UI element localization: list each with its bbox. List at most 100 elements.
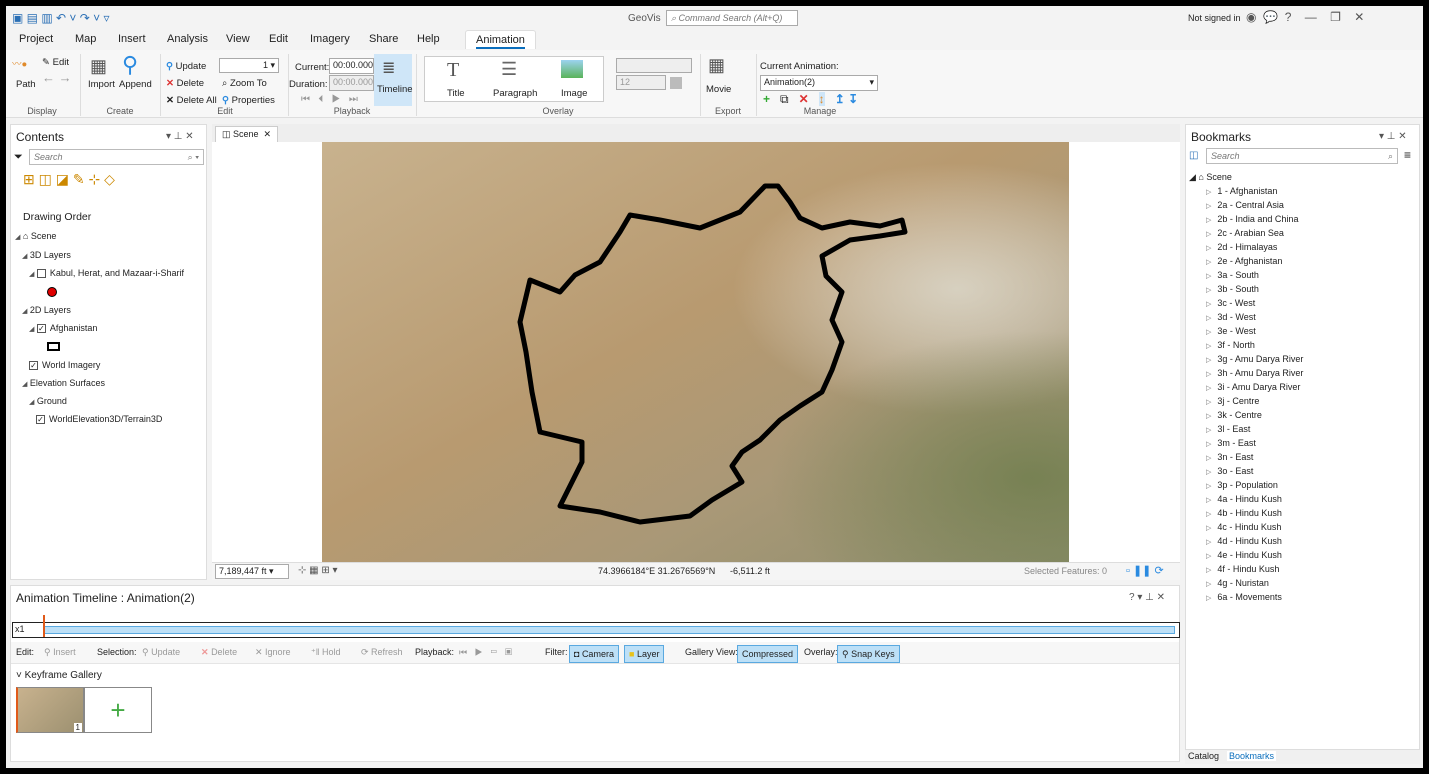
tab-view[interactable]: View [226,33,250,45]
image-overlay-button[interactable]: Image [561,88,587,99]
toc-item[interactable]: ◢ 2D Layers [22,305,71,315]
paragraph-overlay-button[interactable]: Paragraph [493,88,537,99]
scene-view[interactable] [212,142,1180,562]
layer-checkbox[interactable] [36,269,46,279]
snap-keys-toggle[interactable]: ⚲ Snap Keys [837,645,900,663]
bookmarks-search-input[interactable]: Search ⌕ [1206,148,1398,164]
bookmark-item[interactable]: ▷ 2a - Central Asia [1206,200,1284,210]
bookmark-item[interactable]: ▷ 4f - Hindu Kush [1206,564,1279,574]
tab-project[interactable]: Project [19,33,53,45]
append-button[interactable]: Append [119,79,152,90]
delete-all-button[interactable]: ✕ Delete All [166,95,217,106]
command-search-input[interactable]: ⌕ Command Search (Alt+Q) [666,10,798,26]
zoom-to-button[interactable]: ⌕ Zoom To [222,78,267,89]
bookmark-item[interactable]: ▷ 3g - Amu Darya River [1206,354,1303,364]
pause-refresh-controls[interactable]: ▫ ❚❚ ⟳ [1126,564,1164,577]
tab-help[interactable]: Help [417,33,440,45]
bookmark-item[interactable]: ▷ 3c - West [1206,298,1255,308]
path-button[interactable]: Path [16,79,36,90]
speed-select[interactable]: x1 [15,624,25,634]
delete-key-button[interactable]: ✕ Delete [201,642,237,662]
bookmark-item[interactable]: ▷ 4b - Hindu Kush [1206,508,1282,518]
keyframe-gallery-header[interactable]: ˅ Keyframe Gallery [16,670,102,681]
delete-button[interactable]: ✕ Delete [166,78,204,89]
toc-item[interactable]: ◢ Kabul, Herat, and Mazaar-i-Sharif [29,268,184,279]
window-controls[interactable]: ◉ 💬 ? — ❐ ✕ [1246,10,1364,24]
timeline-track[interactable]: x1 [12,615,1180,638]
tab-analysis[interactable]: Analysis [167,33,208,45]
sign-in-status[interactable]: Not signed in [1188,13,1241,23]
bookmark-item[interactable]: ▷ 4d - Hindu Kush [1206,536,1282,546]
font-size-select[interactable]: 12 [616,75,666,90]
keyframe-thumbnail[interactable]: 1 [16,687,84,733]
bookmark-item[interactable]: ▷ 3d - West [1206,312,1256,322]
pane-controls[interactable]: ? ▾ ⊥ ✕ [1129,592,1165,603]
bookmark-item[interactable]: ▷ 4a - Hindu Kush [1206,494,1282,504]
bookmark-item[interactable]: ▷ 1 - Afghanistan [1206,186,1277,196]
properties-button[interactable]: ⚲ Properties [222,95,275,106]
bookmark-item[interactable]: ▷ 3m - East [1206,438,1256,448]
add-keyframe-button[interactable]: + [84,687,152,733]
bookmark-item[interactable]: ▷ 2d - Himalayas [1206,242,1277,252]
bookmark-item[interactable]: ▷ 3a - South [1206,270,1259,280]
current-animation-select[interactable]: Animation(2) ▾ [760,75,878,91]
playback-controls[interactable]: ⏮ ⏴ ▶ ⏭ [301,94,358,105]
keyframe-select[interactable]: 1 ▾ [219,58,279,73]
bookmark-item[interactable]: ▷ 2c - Arabian Sea [1206,228,1284,238]
bookmark-item[interactable]: ▷ 2e - Afghanistan [1206,256,1282,266]
bookmark-item[interactable]: ▷ 3p - Population [1206,480,1278,490]
update-button[interactable]: ⚲ Update [166,61,206,72]
layer-filter-toggle[interactable]: ■ Layer [624,645,665,663]
contents-view-icons[interactable]: ⊞ ◫ ◪ ✎ ⊹ ◇ [23,171,115,188]
import-button[interactable]: Import [88,79,115,90]
menu-icon[interactable]: ≡ [1404,148,1411,162]
layer-checkbox[interactable]: ✓ [36,415,45,425]
contents-search-input[interactable]: Search ⌕ ▾ [29,149,204,165]
bookmark-item[interactable]: ▷ 3o - East [1206,466,1253,476]
bookmark-item[interactable]: ▷ 3h - Amu Darya River [1206,368,1303,378]
update-key-button[interactable]: ⚲ Update [142,642,180,662]
layer-checkbox[interactable]: ✓ [29,361,38,371]
tab-animation[interactable]: Animation [465,30,536,49]
scale-select[interactable]: 7,189,447 ft ▾ [215,564,289,579]
bookmark-item[interactable]: ▷ 4e - Hindu Kush [1206,550,1282,560]
tab-insert[interactable]: Insert [118,33,146,45]
refresh-button[interactable]: ⟳ Refresh [361,642,403,662]
bookmark-item[interactable]: ▷ 3n - East [1206,452,1253,462]
toc-item[interactable]: ◢ Elevation Surfaces [22,378,105,388]
bookmarks-root[interactable]: ◢ ⌂ Scene [1189,172,1232,183]
toc-item[interactable]: ◢ ⌂ Scene [15,231,56,241]
current-time-input[interactable]: 00:00.000 [329,58,374,74]
tab-edit[interactable]: Edit [269,33,288,45]
bookmark-item[interactable]: ▷ 3b - South [1206,284,1259,294]
bookmark-item[interactable]: ▷ 3f - North [1206,340,1255,350]
tab-catalog[interactable]: Catalog [1188,751,1219,761]
timeline-button[interactable]: ≣ Timeline [374,54,413,106]
quick-access-toolbar[interactable]: ▣ ▤ ▥ ↶ ˅ ↷ ˅ ▿ [12,11,110,25]
duration-input[interactable]: 00:00.000 [329,75,374,91]
tab-bookmarks[interactable]: Bookmarks [1227,751,1277,761]
bookmark-item[interactable]: ▷ 4g - Nuristan [1206,578,1269,588]
bookmark-item[interactable]: ▷ 3j - Centre [1206,396,1259,406]
hold-button[interactable]: ⁺‖ Hold [311,642,340,662]
edit-path-button[interactable]: ✎ Edit [42,57,69,68]
compressed-toggle[interactable]: Compressed [737,645,799,663]
tab-map[interactable]: Map [75,33,96,45]
timeline-bar[interactable] [43,626,1175,634]
bookmark-item[interactable]: ▷ 3i - Amu Darya River [1206,382,1300,392]
scene-map[interactable] [322,142,1069,562]
bookmark-item[interactable]: ▷ 3e - West [1206,326,1256,336]
time-slider-handle[interactable] [43,615,45,637]
color-picker[interactable] [670,77,682,89]
toc-item[interactable]: ◢ Ground [29,396,67,406]
filter-icon[interactable]: ⏷ [14,151,23,164]
timeline-playback-controls[interactable]: ⏮ ▶ ▭ ▣ [459,642,512,662]
insert-button[interactable]: ⚲ Insert [44,642,76,662]
pane-controls[interactable]: ▾ ⊥ ✕ [166,131,194,142]
toc-item[interactable]: ✓ World Imagery [29,360,100,371]
bookmark-item[interactable]: ▷ 3l - East [1206,424,1250,434]
bookmark-icon[interactable]: ◫ [1189,150,1198,161]
manage-tools[interactable]: + ⧉ ✕ ↕ ↥ ↧ [763,92,858,107]
title-overlay-button[interactable]: Title [447,88,465,99]
selected-features[interactable]: Selected Features: 0 [1024,566,1107,576]
